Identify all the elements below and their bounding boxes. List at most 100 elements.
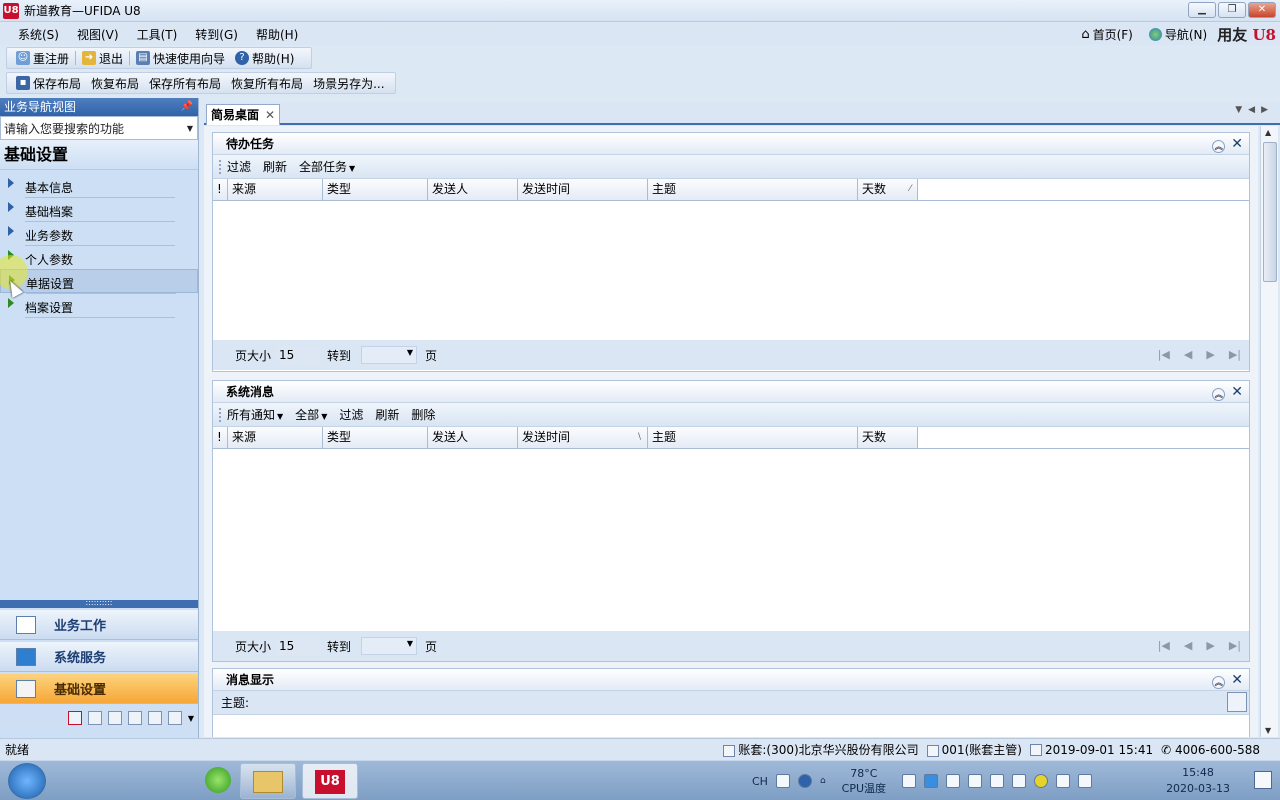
close-icon[interactable]: ✕	[1231, 381, 1243, 403]
col-send-time[interactable]: 发送时间 \	[518, 427, 648, 448]
tab-simple-desktop[interactable]: 简易桌面 ✕	[206, 104, 281, 125]
settings-icon[interactable]	[1227, 692, 1247, 712]
nav-basic-settings-button[interactable]: 基础设置	[0, 674, 198, 704]
expand-arrow-icon[interactable]	[8, 202, 14, 212]
col-type[interactable]: 类型	[323, 427, 428, 448]
col-sender[interactable]: 发送人	[428, 179, 518, 200]
tree-item-basic-info[interactable]: 基本信息	[0, 173, 198, 198]
help-button[interactable]: ? 帮助(H)	[230, 50, 299, 67]
expand-arrow-icon[interactable]	[8, 226, 14, 236]
delete-button[interactable]: 删除	[411, 406, 435, 423]
col-send-time[interactable]: 发送时间	[518, 179, 648, 200]
goto-page-select[interactable]: ▼	[361, 346, 418, 364]
tree-item-personal-params[interactable]: 个人参数	[0, 245, 198, 270]
stop-icon[interactable]	[67, 711, 82, 725]
scrollbar-thumb[interactable]	[1263, 142, 1277, 282]
restore-layout-button[interactable]: 恢复布局	[86, 75, 144, 92]
navigation-button[interactable]: 导航(N)	[1143, 26, 1213, 43]
col-source[interactable]: 来源	[228, 427, 323, 448]
col-subject[interactable]: 主题	[648, 427, 858, 448]
save-all-layouts-button[interactable]: 保存所有布局	[144, 75, 226, 92]
tray-app-icon[interactable]	[946, 774, 961, 788]
all-tasks-dropdown[interactable]: 全部任务 ▼	[299, 158, 355, 175]
first-page-icon[interactable]: |◀	[1158, 639, 1170, 652]
col-flag[interactable]: !	[213, 427, 228, 448]
close-icon[interactable]: ✕	[1231, 133, 1243, 155]
minimize-button[interactable]: ▁	[1188, 2, 1216, 18]
tree-item-business-params[interactable]: 业务参数	[0, 221, 198, 246]
save-layout-button[interactable]: ▪ 保存布局	[11, 75, 86, 92]
all-notices-dropdown[interactable]: 所有通知 ▼	[227, 406, 283, 423]
menu-tools[interactable]: 工具(T)	[128, 26, 187, 43]
all-dropdown[interactable]: 全部 ▼	[295, 406, 327, 423]
start-button[interactable]	[8, 763, 46, 799]
wizard-button[interactable]: ▤ 快速使用向导	[131, 50, 230, 67]
last-page-icon[interactable]: ▶|	[1229, 639, 1241, 652]
next-page-icon[interactable]: ▶	[1206, 639, 1214, 652]
col-sender[interactable]: 发送人	[428, 427, 518, 448]
help-icon[interactable]	[797, 774, 812, 788]
expand-arrow-icon[interactable]	[8, 298, 14, 308]
close-icon[interactable]: ✕	[1231, 669, 1243, 691]
chevron-down-icon[interactable]: ▼	[188, 714, 194, 723]
close-icon[interactable]: ✕	[265, 105, 275, 125]
collapse-icon[interactable]: ︽	[1212, 387, 1226, 401]
close-button[interactable]: ✕	[1248, 2, 1276, 18]
tree-item-document-settings[interactable]: 单据设置	[0, 269, 198, 294]
goto-page-select[interactable]: ▼	[361, 637, 418, 655]
menu-goto[interactable]: 转到(G)	[186, 26, 247, 43]
exit-button[interactable]: ➜ 退出	[77, 50, 128, 67]
next-page-icon[interactable]: ▶	[1206, 348, 1214, 361]
collapse-icon[interactable]: ︽	[1212, 675, 1226, 689]
collapse-icon[interactable]: ︽	[1212, 139, 1226, 153]
page-size-input[interactable]: 15	[277, 346, 320, 364]
refresh-button[interactable]: 刷新	[375, 406, 399, 423]
tree-item-basic-archives[interactable]: 基础档案	[0, 197, 198, 222]
refresh-button[interactable]: 刷新	[263, 158, 287, 175]
device-icon[interactable]	[968, 774, 983, 788]
pin-icon[interactable]: 📌	[181, 98, 193, 116]
image-icon[interactable]	[167, 711, 182, 725]
col-days[interactable]: 天数 ⁄	[858, 179, 918, 200]
chevron-down-icon[interactable]: ▼	[187, 124, 193, 133]
taskbar-app-u8[interactable]: U8	[302, 763, 358, 799]
last-page-icon[interactable]: ▶|	[1229, 348, 1241, 361]
prev-page-icon[interactable]: ◀	[1184, 348, 1192, 361]
tree-icon[interactable]	[127, 711, 142, 725]
restore-button[interactable]: ❐	[1218, 2, 1246, 18]
first-page-icon[interactable]: |◀	[1158, 348, 1170, 361]
prev-page-icon[interactable]: ◀	[1184, 639, 1192, 652]
menu-view[interactable]: 视图(V)	[68, 26, 128, 43]
page-size-input[interactable]: 15	[277, 637, 320, 655]
taskbar-app-explorer[interactable]	[240, 763, 296, 799]
col-days[interactable]: 天数	[858, 427, 918, 448]
shield-icon[interactable]	[924, 774, 939, 788]
flag-icon[interactable]	[1056, 774, 1071, 788]
col-flag[interactable]: !	[213, 179, 228, 200]
menu-help[interactable]: 帮助(H)	[247, 26, 307, 43]
expand-arrow-icon[interactable]	[8, 178, 14, 188]
scroll-up-icon[interactable]: ▲	[1265, 128, 1271, 137]
scroll-down-icon[interactable]: ▼	[1265, 726, 1271, 735]
volume-icon[interactable]	[990, 774, 1005, 788]
clock[interactable]: 15:48 2020-03-13	[1166, 765, 1230, 797]
function-search-input[interactable]: 请输入您要搜索的功能 ▼	[0, 116, 198, 140]
input-language[interactable]: CH	[752, 775, 768, 788]
col-type[interactable]: 类型	[323, 179, 428, 200]
show-desktop-button[interactable]	[1254, 771, 1272, 789]
filter-button[interactable]: 过滤	[227, 158, 251, 175]
tree-item-archive-settings[interactable]: 档案设置	[0, 293, 198, 318]
vertical-scrollbar[interactable]: ▲ ▼	[1260, 126, 1278, 737]
tray-expand-icon[interactable]: ⌂	[820, 776, 826, 786]
window-icon[interactable]	[147, 711, 162, 725]
network-icon[interactable]	[1012, 774, 1027, 788]
nav-system-service-button[interactable]: 系统服务	[0, 642, 198, 672]
security-icon[interactable]	[1034, 774, 1049, 788]
relogin-button[interactable]: ☺ 重注册	[11, 50, 74, 67]
restore-all-layouts-button[interactable]: 恢复所有布局	[226, 75, 308, 92]
users-icon[interactable]	[1078, 774, 1093, 788]
film-icon[interactable]	[902, 774, 917, 788]
grid-icon[interactable]	[107, 711, 122, 725]
filter-button[interactable]: 过滤	[339, 406, 363, 423]
edit-icon[interactable]	[87, 711, 102, 725]
